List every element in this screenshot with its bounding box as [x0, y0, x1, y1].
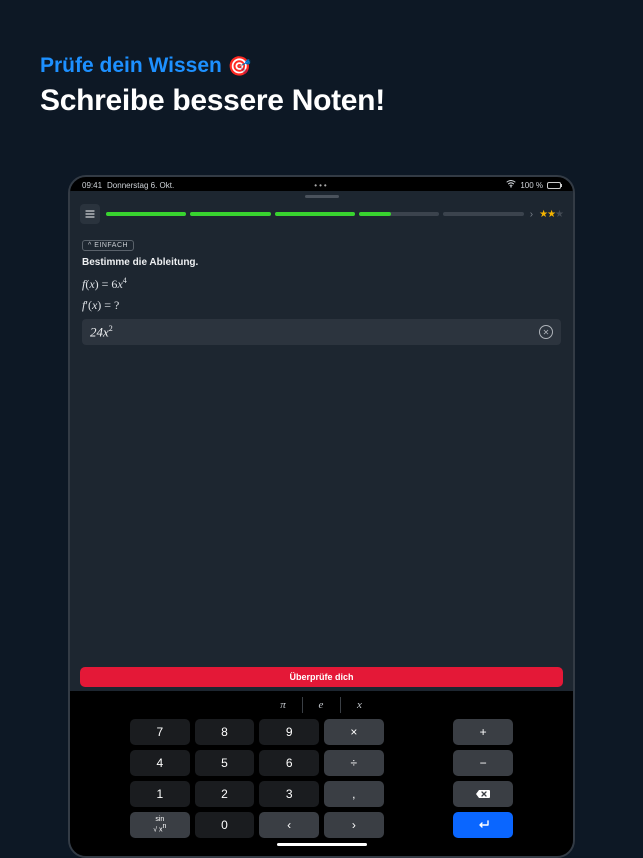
exercise-given: f(x) = 6x4	[82, 276, 561, 292]
key-0[interactable]: 0	[195, 812, 255, 838]
exercise-question: f′(x) = ?	[82, 298, 561, 313]
progress-segment	[106, 212, 186, 216]
key-9[interactable]: 9	[259, 719, 319, 745]
status-bar: 09:41 Donnerstag 6. Okt. ••• 100 %	[70, 177, 573, 191]
key-2[interactable]: 2	[195, 781, 255, 807]
key-8[interactable]: 8	[195, 719, 255, 745]
key-‹[interactable]: ‹	[259, 812, 319, 838]
answer-value: 24x2	[90, 324, 113, 340]
key-›[interactable]: ›	[324, 812, 384, 838]
tablet-frame: 09:41 Donnerstag 6. Okt. ••• 100 % › ★★★…	[68, 175, 575, 858]
menu-button[interactable]	[80, 204, 100, 224]
progress-segment	[275, 212, 355, 216]
multitask-dots[interactable]: •••	[314, 181, 328, 190]
wifi-icon	[506, 180, 516, 190]
key-÷[interactable]: ÷	[324, 750, 384, 776]
status-time: 09:41	[82, 181, 102, 190]
status-date: Donnerstag 6. Okt.	[107, 181, 174, 190]
progress-bar	[106, 212, 524, 216]
target-icon: 🎯	[228, 56, 252, 77]
key-3[interactable]: 3	[259, 781, 319, 807]
answer-input[interactable]: 24x2 ✕	[82, 319, 561, 345]
difficulty-badge: ^ EINFACH	[82, 240, 134, 251]
hero-title: Schreibe bessere Noten!	[40, 84, 603, 118]
key-5[interactable]: 5	[195, 750, 255, 776]
key-+[interactable]: +	[453, 719, 513, 745]
hero-subtitle: Prüfe dein Wissen 🎯	[40, 54, 603, 78]
home-indicator[interactable]	[277, 843, 367, 846]
clear-answer-button[interactable]: ✕	[539, 325, 553, 339]
key-7[interactable]: 7	[130, 719, 190, 745]
backspace-key[interactable]	[453, 781, 513, 807]
scientific-toggle-key[interactable]: sin√ xn	[130, 812, 190, 838]
star-on-icon: ★	[539, 209, 547, 220]
battery-text: 100 %	[520, 181, 543, 190]
key-1[interactable]: 1	[130, 781, 190, 807]
battery-icon	[547, 182, 561, 189]
key-6[interactable]: 6	[259, 750, 319, 776]
star-on-icon: ★	[547, 209, 555, 220]
exercise-prompt: Bestimme die Ableitung.	[82, 257, 561, 268]
math-keyboard: πex 789× +456÷ − 123, sin√ xn0‹›	[70, 691, 573, 856]
star-rating: ★★★	[539, 209, 563, 220]
key-−[interactable]: −	[453, 750, 513, 776]
symbol-row: πex	[130, 697, 513, 713]
enter-key[interactable]	[453, 812, 513, 838]
check-button[interactable]: Überprüfe dich	[80, 667, 563, 687]
progress-chevron-icon: ›	[530, 209, 533, 220]
symbol-key-x[interactable]: x	[341, 697, 379, 713]
drag-handle[interactable]	[305, 195, 339, 198]
key-,[interactable]: ,	[324, 781, 384, 807]
progress-segment	[443, 212, 523, 216]
star-off-icon: ★	[555, 209, 563, 220]
symbol-key-e[interactable]: e	[303, 697, 341, 713]
progress-segment	[190, 212, 270, 216]
symbol-key-π[interactable]: π	[265, 697, 303, 713]
key-4[interactable]: 4	[130, 750, 190, 776]
progress-segment	[359, 212, 439, 216]
key-×[interactable]: ×	[324, 719, 384, 745]
